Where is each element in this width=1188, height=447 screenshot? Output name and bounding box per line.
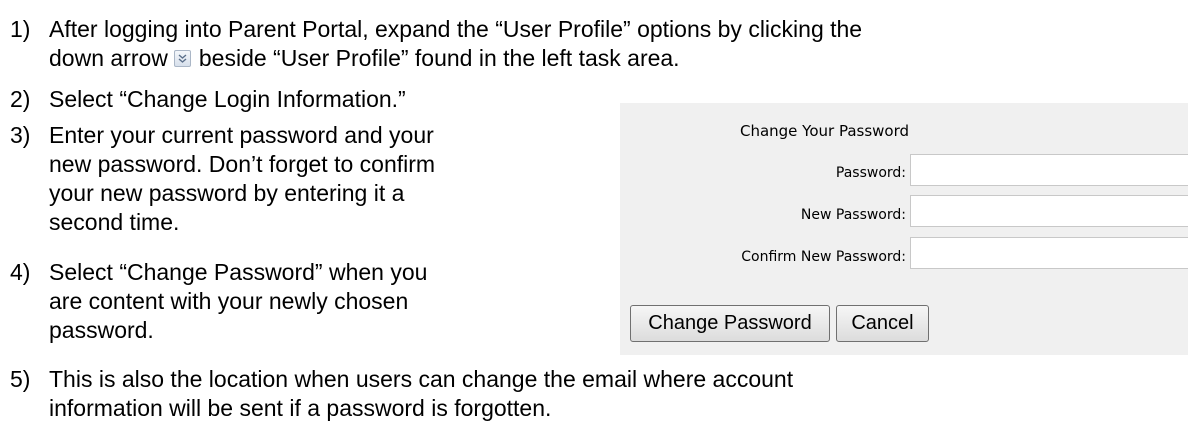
step-number: 3) bbox=[10, 122, 31, 148]
step-number: 4) bbox=[10, 259, 31, 285]
password-field[interactable] bbox=[910, 154, 1188, 186]
step-text: This is also the location when users can… bbox=[49, 366, 794, 392]
password-label-wrap: Password: bbox=[620, 159, 906, 187]
cancel-button[interactable]: Cancel bbox=[836, 305, 929, 342]
password-label: Password: bbox=[835, 165, 906, 181]
confirm-password-label: Confirm New Password: bbox=[741, 249, 906, 265]
confirm-password-field[interactable] bbox=[910, 237, 1188, 269]
change-password-button[interactable]: Change Password bbox=[630, 305, 830, 342]
new-password-label: New Password: bbox=[800, 207, 906, 223]
step-text-line: down arrow beside “User Profile” found in… bbox=[49, 45, 680, 71]
step-text: new password. Don’t forget to confirm bbox=[49, 151, 436, 177]
step-text: After logging into Parent Portal, expand… bbox=[49, 16, 863, 42]
step-text: password. bbox=[49, 317, 154, 343]
step-text: down arrow bbox=[49, 45, 168, 71]
step-text: information will be sent if a password i… bbox=[49, 395, 552, 421]
instructions-document: 1) After logging into Parent Portal, exp… bbox=[0, 0, 1188, 447]
step-number: 2) bbox=[10, 86, 31, 112]
step-text: second time. bbox=[49, 209, 180, 235]
step-number: 1) bbox=[10, 16, 31, 42]
step-text: Select “Change Password” when you bbox=[49, 259, 428, 285]
step-text: Enter your current password and your bbox=[49, 122, 434, 148]
change-password-panel: Change Your Password Password: New Passw… bbox=[620, 103, 1188, 355]
double-chevron-down-icon bbox=[173, 50, 191, 67]
step-text: Select “Change Login Information.” bbox=[49, 86, 406, 112]
panel-title: Change Your Password bbox=[739, 122, 910, 140]
step-text: are content with your newly chosen bbox=[49, 288, 409, 314]
step-text: your new password by entering it a bbox=[49, 180, 405, 206]
step-number: 5) bbox=[10, 366, 31, 392]
step-text: beside “User Profile” found in the left … bbox=[198, 45, 680, 71]
new-password-field[interactable] bbox=[910, 195, 1188, 227]
new-password-label-wrap: New Password: bbox=[620, 201, 906, 229]
confirm-password-label-wrap: Confirm New Password: bbox=[620, 243, 906, 271]
